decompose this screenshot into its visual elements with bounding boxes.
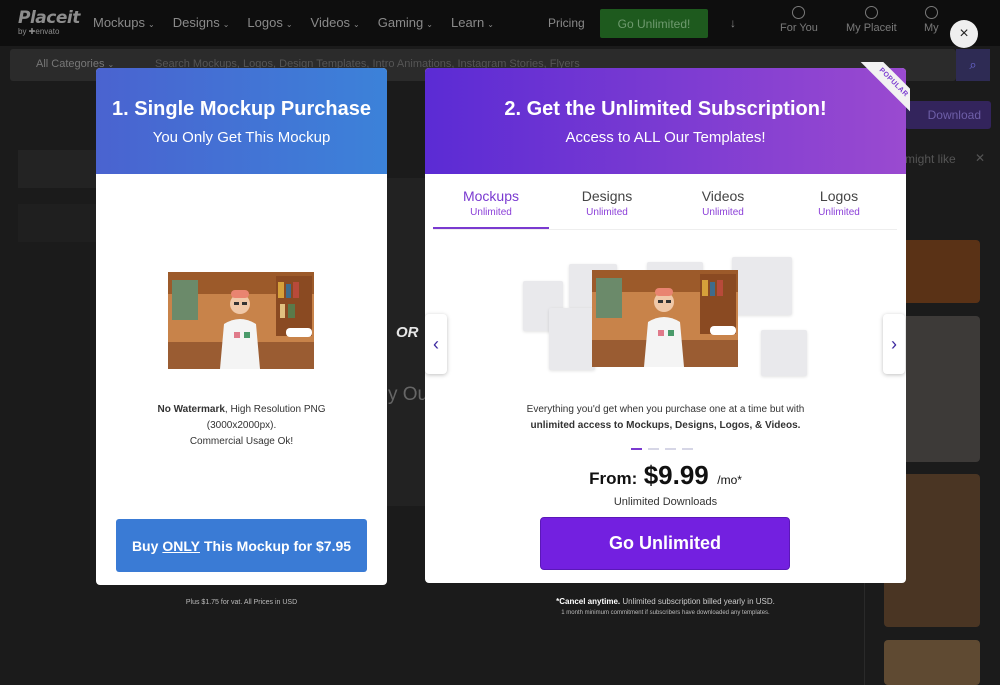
close-modal-button[interactable]: × [950, 20, 978, 48]
nav-go-unlimited-button[interactable]: Go Unlimited! [600, 9, 708, 38]
clock-icon [792, 6, 806, 19]
bg-toolbar [18, 150, 96, 188]
price-block: From: $9.99 /mo* [425, 460, 906, 491]
cancel-note: *Cancel anytime. Unlimited subscription … [556, 597, 775, 606]
resolution-dims: (3000x2000px). [206, 420, 277, 431]
single-purchase-subtitle: You Only Get This Mockup [152, 129, 331, 146]
description-line: Everything you'd get when you purchase o… [526, 404, 805, 415]
unlimited-title: 2. Get the Unlimited Subscription! [504, 98, 827, 120]
nav-videos[interactable]: Videos ⌄ [311, 15, 360, 30]
buy-single-mockup-button[interactable]: Buy ONLY This Mockup for $7.95 [116, 519, 367, 572]
chevron-right-icon: › [891, 333, 897, 354]
unlimited-subtitle: Access to ALL Our Templates! [565, 129, 766, 146]
search-button[interactable]: ⌕ [956, 49, 990, 81]
search-icon: ⌕ [969, 57, 977, 72]
carousel-dot[interactable] [665, 448, 676, 450]
unlimited-subscription-card: 2. Get the Unlimited Subscription! Acces… [425, 68, 906, 583]
chevron-down-icon: ⌄ [285, 20, 293, 29]
unlimited-downloads-text: Unlimited Downloads [613, 496, 718, 508]
brand-sub: by ✚envato [18, 27, 60, 36]
user-icon [924, 6, 938, 19]
resolution-text: , High Resolution PNG [224, 404, 326, 415]
bg-editor-strip [386, 178, 426, 506]
or-separator: OR [396, 324, 419, 341]
bg-might-like: might like [905, 152, 956, 166]
popular-ribbon: POPULAR [852, 62, 910, 120]
brand-name: Placeit [18, 8, 80, 28]
bg-partial-text: y Ou [388, 384, 429, 405]
tab-designs[interactable]: Designs Unlimited [549, 186, 665, 229]
no-watermark-text: No Watermark [157, 404, 225, 415]
nav-mockups[interactable]: Mockups ⌄ [93, 15, 155, 30]
single-purchase-details: No Watermark, High Resolution PNG (3000x… [96, 402, 387, 450]
collage-thumbnail [732, 257, 792, 315]
nav-learn[interactable]: Learn ⌄ [451, 15, 494, 30]
popular-ribbon-label: POPULAR [855, 62, 910, 120]
description-bold: unlimited access to Mockups, Designs, Lo… [530, 420, 801, 431]
collage-thumbnail [549, 308, 595, 370]
carousel-dot[interactable] [631, 448, 642, 450]
unlimited-header: 2. Get the Unlimited Subscription! Acces… [425, 68, 906, 174]
nav-gaming[interactable]: Gaming ⌄ [378, 15, 433, 30]
close-icon: × [959, 25, 969, 42]
go-unlimited-button[interactable]: Go Unlimited [540, 517, 790, 570]
nav-my-account[interactable]: My [924, 6, 939, 34]
smile-icon [864, 6, 878, 19]
bg-close-icon: ✕ [975, 151, 986, 165]
single-purchase-header: 1. Single Mockup Purchase You Only Get T… [96, 68, 387, 174]
chevron-left-icon: ‹ [433, 333, 439, 354]
carousel-dot[interactable] [682, 448, 693, 450]
commitment-note: 1 month minimum commitment if subscriber… [561, 610, 770, 616]
tab-logos[interactable]: Logos Unlimited [781, 186, 897, 229]
nav-for-you[interactable]: For You [780, 6, 818, 34]
top-navigation: Placeit by ✚envato Mockups ⌄ Designs ⌄ Log… [0, 0, 1000, 46]
category-tabs: Mockups Unlimited Designs Unlimited Vide… [433, 186, 897, 230]
price-amount: $9.99 [643, 460, 709, 490]
carousel-prev-button[interactable]: ‹ [425, 314, 447, 374]
nav-designs[interactable]: Designs ⌄ [173, 15, 230, 30]
vat-note: Plus $1.75 for vat. All Prices in USD [185, 599, 298, 606]
carousel-dot[interactable] [648, 448, 659, 450]
unlimited-description: Everything you'd get when you purchase o… [425, 402, 906, 434]
carousel-next-button[interactable]: › [883, 314, 905, 374]
carousel-indicators [631, 448, 693, 450]
tab-videos[interactable]: Videos Unlimited [665, 186, 781, 229]
chevron-down-icon: ⌄ [487, 20, 494, 29]
single-purchase-title: 1. Single Mockup Purchase [112, 98, 371, 120]
usage-text: Commercial Usage Ok! [189, 436, 294, 447]
chevron-down-icon: ⌄ [353, 20, 360, 29]
bg-download-button: Download [905, 101, 991, 129]
mockup-preview-image [168, 272, 314, 369]
chevron-down-icon: ⌄ [426, 20, 433, 29]
collage-thumbnail [761, 330, 807, 376]
single-purchase-card: 1. Single Mockup Purchase You Only Get T… [96, 68, 387, 585]
bg-thumbnail [884, 640, 980, 685]
tab-mockups[interactable]: Mockups Unlimited [433, 186, 549, 229]
featured-mockup-image [592, 270, 738, 367]
bg-toolbar-2 [18, 204, 96, 242]
nav-my-placeit[interactable]: My Placeit [846, 6, 897, 34]
nav-links: Mockups ⌄ Designs ⌄ Logos ⌄ Videos ⌄ Gaming ⌄… [93, 15, 494, 30]
nav-pricing[interactable]: Pricing [548, 16, 585, 30]
placeit-logo[interactable]: Placeit by ✚envato [18, 9, 80, 36]
chevron-down-icon: ⌄ [148, 20, 155, 29]
price-from-label: From: [589, 469, 638, 488]
price-period: /mo* [717, 473, 742, 487]
chevron-down-icon: ⌄ [222, 20, 230, 29]
nav-logos[interactable]: Logos ⌄ [247, 15, 292, 30]
download-arrow-icon[interactable]: ↓ [730, 16, 736, 30]
